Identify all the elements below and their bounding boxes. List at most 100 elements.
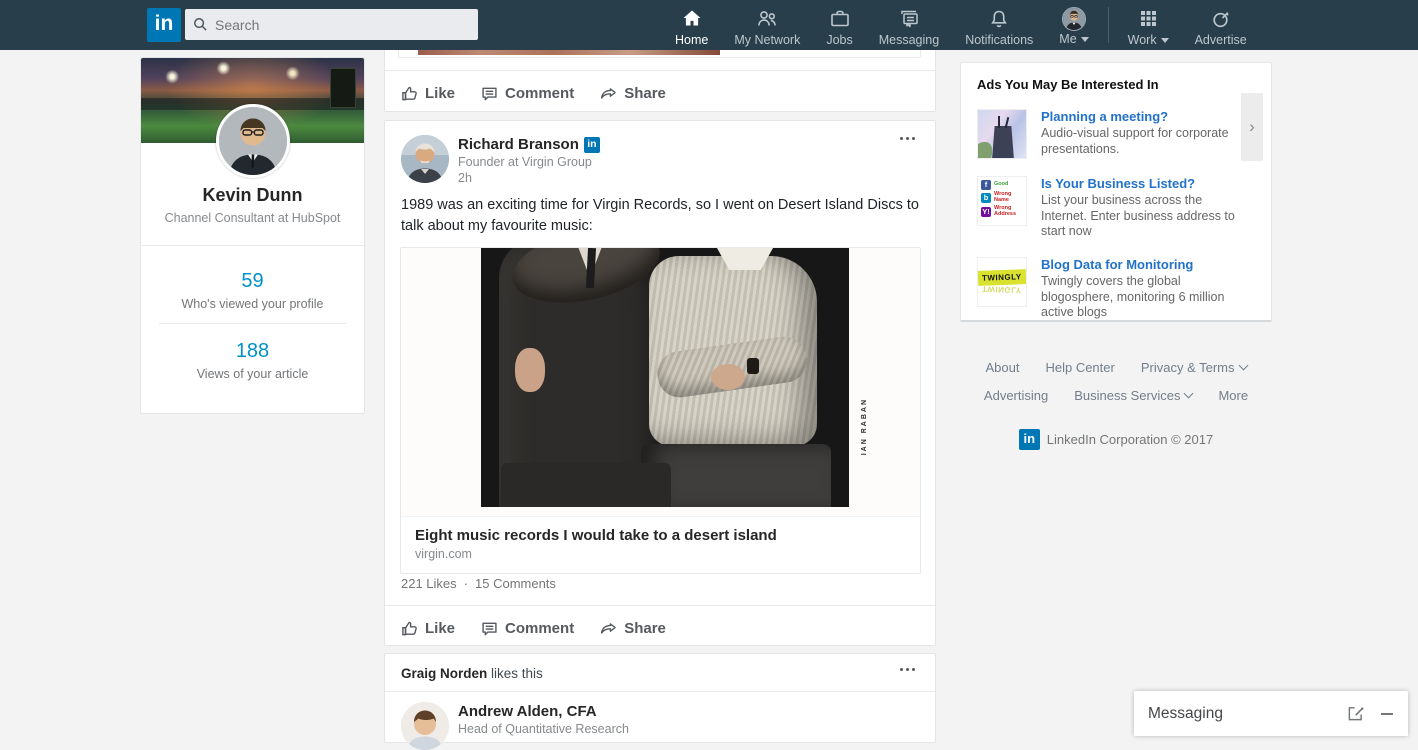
ad-description: List your business across the Internet. …: [1041, 193, 1235, 239]
messaging-icon: [901, 10, 918, 28]
comment-button[interactable]: Comment: [481, 85, 574, 102]
home-icon: [683, 10, 701, 26]
author-name[interactable]: Andrew Alden, CFA: [458, 703, 629, 720]
social-action-text: likes this: [491, 666, 543, 681]
messaging-title: Messaging: [1148, 704, 1223, 722]
ad-headline[interactable]: Is Your Business Listed?: [1041, 176, 1241, 191]
search-bar[interactable]: [185, 9, 478, 40]
profile-avatar[interactable]: [215, 104, 290, 178]
profile-stats: 59 Who's viewed your profile 188 Views o…: [141, 245, 364, 413]
facebook-icon: f: [981, 179, 991, 190]
post-link-preview[interactable]: IAN RABAN Eight music records I would ta…: [400, 247, 921, 574]
share-button[interactable]: Share: [600, 620, 666, 637]
top-navigation-bar: in Home My Network: [0, 0, 1418, 50]
footer-link-more[interactable]: More: [1218, 388, 1248, 403]
footer-link-about[interactable]: About: [985, 360, 1019, 375]
ad-description: Twingly covers the global blogosphere, m…: [1041, 273, 1225, 320]
linkedin-footer-logo: in: [1018, 429, 1040, 450]
linkedin-logo[interactable]: in: [147, 8, 181, 42]
author-avatar[interactable]: [401, 702, 449, 750]
post-card-branson: Richard Branson in Founder at Virgin Gro…: [384, 120, 936, 646]
profile-avatar-photo: [218, 107, 287, 175]
advertise-icon: [1212, 12, 1229, 28]
like-icon: [402, 621, 417, 635]
chevron-down-icon: [1184, 388, 1194, 399]
messaging-panel[interactable]: Messaging: [1134, 691, 1408, 736]
footer-link-advertising[interactable]: Advertising: [984, 388, 1048, 403]
post-divider: [385, 70, 935, 71]
nav-item-jobs[interactable]: Jobs: [813, 0, 865, 50]
like-button[interactable]: Like: [401, 620, 455, 637]
nav-item-my-network[interactable]: My Network: [721, 0, 813, 50]
compose-message-button[interactable]: [1347, 705, 1364, 722]
social-actor-name[interactable]: Graig Norden: [401, 666, 487, 681]
me-avatar: [1061, 7, 1086, 31]
likes-count[interactable]: 221 Likes: [401, 576, 457, 591]
ad-image-listing[interactable]: f Good b Wrong Name Y! Wrong Address: [977, 176, 1027, 226]
nav-items: Home My Network Jobs Messaging Notificat…: [662, 0, 1260, 50]
banner-scoreboard: [330, 68, 356, 108]
author-avatar[interactable]: [401, 135, 449, 183]
work-caret-down-icon: [1160, 37, 1169, 43]
stat-article-views[interactable]: 188 Views of your article: [159, 323, 346, 393]
ad-item-meeting: Planning a meeting? Audio-visual support…: [977, 109, 1255, 159]
comments-count[interactable]: 15 Comments: [475, 576, 556, 591]
minimize-icon: [1381, 712, 1393, 715]
profile-headline: Channel Consultant at HubSpot: [164, 211, 341, 225]
post-action-bar: Like Comment Share: [385, 610, 935, 646]
footer-link-privacy-terms[interactable]: Privacy & Terms: [1141, 360, 1248, 375]
ads-title: Ads You May Be Interested In: [977, 77, 1159, 92]
link-title[interactable]: Eight music records I would take to a de…: [415, 527, 906, 544]
bw-photo: [481, 248, 849, 507]
author-headline: Head of Quantitative Research: [458, 722, 629, 736]
ads-next-button[interactable]: ›: [1241, 93, 1263, 161]
me-caret-down-icon: [1080, 36, 1089, 42]
overflow-menu-icon[interactable]: [896, 664, 919, 675]
like-button[interactable]: Like: [401, 85, 455, 102]
comment-button[interactable]: Comment: [481, 620, 574, 637]
footer-link-help-center[interactable]: Help Center: [1045, 360, 1114, 375]
nav-item-notifications[interactable]: Notifications: [952, 0, 1046, 50]
compose-icon: [1348, 707, 1364, 721]
chevron-right-icon: ›: [1249, 117, 1255, 136]
ad-item-twingly: TWINGLY TWINGLY Blog Data for Monitoring…: [977, 256, 1255, 321]
overflow-menu-icon[interactable]: [896, 133, 919, 144]
profile-card: Kevin Dunn Channel Consultant at HubSpot…: [140, 57, 365, 414]
post-text: 1989 was an exciting time for Virgin Rec…: [401, 197, 919, 235]
jobs-icon: [830, 10, 849, 27]
author-avatar-photo: [401, 702, 449, 750]
my-network-icon: [758, 11, 777, 26]
search-icon: [194, 18, 207, 31]
ad-image-twingly[interactable]: TWINGLY TWINGLY: [977, 256, 1027, 307]
work-grid-icon: [1141, 11, 1157, 26]
nav-item-advertise[interactable]: Advertise: [1182, 0, 1260, 50]
post-timestamp: 2h: [458, 171, 472, 185]
notifications-icon: [991, 10, 1007, 28]
post-divider: [385, 605, 935, 606]
nav-item-work[interactable]: Work: [1115, 0, 1182, 50]
link-domain: virgin.com: [415, 547, 472, 561]
ad-image-podium[interactable]: [977, 109, 1027, 159]
ad-headline[interactable]: Blog Data for Monitoring: [1041, 257, 1241, 272]
like-icon: [402, 86, 417, 100]
post-action-bar: Like Comment Share: [385, 75, 935, 111]
author-name[interactable]: Richard Branson: [458, 136, 579, 153]
nav-item-me[interactable]: Me: [1046, 0, 1101, 50]
minimize-messaging-button[interactable]: [1380, 707, 1394, 721]
ad-headline[interactable]: Planning a meeting?: [1041, 109, 1241, 124]
comment-icon: [482, 622, 497, 635]
nav-item-home[interactable]: Home: [662, 0, 721, 50]
nav-divider: [1107, 7, 1109, 43]
chevron-down-icon: [1238, 360, 1248, 371]
search-input[interactable]: [215, 16, 455, 33]
profile-name[interactable]: Kevin Dunn: [153, 185, 352, 206]
social-counts: 221 Likes · 15 Comments: [401, 576, 556, 591]
stat-profile-views[interactable]: 59 Who's viewed your profile: [141, 262, 364, 323]
share-button[interactable]: Share: [600, 85, 666, 102]
share-icon: [601, 622, 617, 634]
copyright-row: in LinkedIn Corporation © 2017: [960, 429, 1272, 450]
copyright-text: LinkedIn Corporation © 2017: [1046, 432, 1214, 447]
dot-separator: ·: [463, 576, 468, 591]
footer-link-business-services[interactable]: Business Services: [1074, 388, 1194, 403]
nav-item-messaging[interactable]: Messaging: [866, 0, 952, 50]
